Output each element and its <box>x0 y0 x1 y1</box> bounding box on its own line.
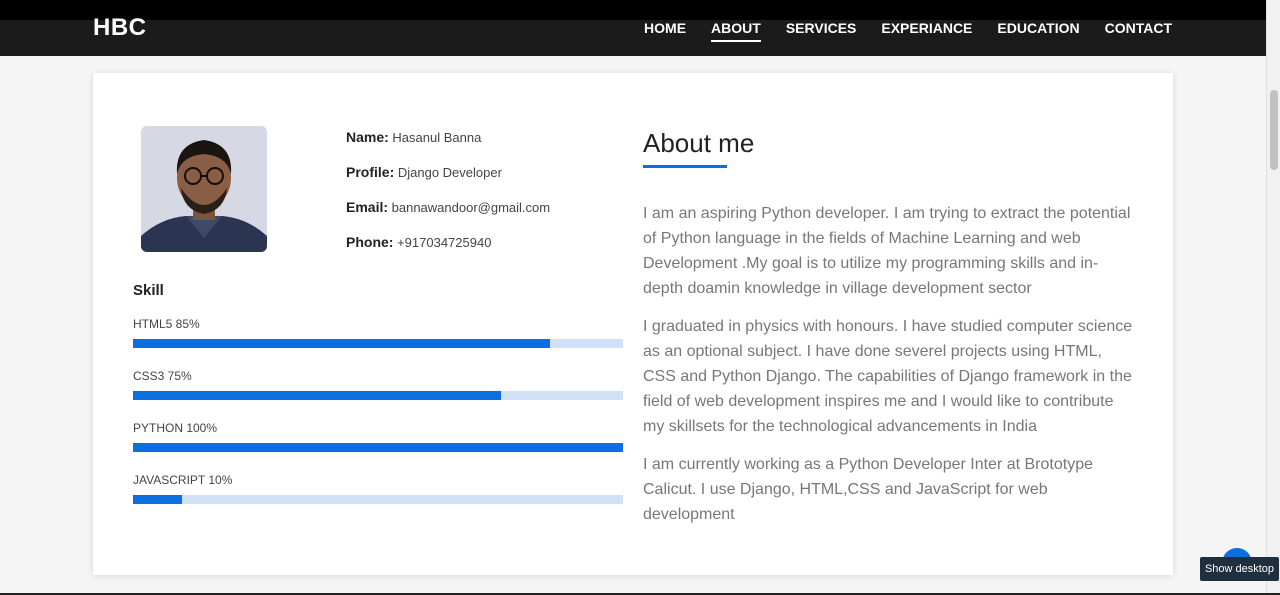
skill-item: HTML5 85% <box>133 317 623 369</box>
page-scrollbar[interactable] <box>1266 0 1280 595</box>
top-strip <box>0 0 1266 20</box>
profile-photo <box>141 126 267 252</box>
info-phone: Phone: +917034725940 <box>346 234 550 269</box>
nav-menu: HOME ABOUT SERVICES EXPERIANCE EDUCATION… <box>644 20 1172 42</box>
info-profile-key: Profile: <box>346 164 395 180</box>
info-name: Name: Hasanul Banna <box>346 129 550 164</box>
progress-fill <box>133 443 623 452</box>
progress-track <box>133 339 623 348</box>
info-email-value[interactable]: bannawandoor@gmail.com <box>392 200 550 215</box>
info-name-key: Name: <box>346 129 389 145</box>
skills-list: HTML5 85% CSS3 75% PYTHON 100% JAVASCRIP… <box>133 317 623 525</box>
nav-item-home[interactable]: HOME <box>644 20 686 42</box>
nav-item-experiance[interactable]: EXPERIANCE <box>881 20 972 42</box>
scrollbar-thumb[interactable] <box>1270 90 1278 170</box>
person-photo-icon <box>141 126 267 252</box>
progress-track <box>133 443 623 452</box>
progress-fill <box>133 495 182 504</box>
profile-info: Name: Hasanul Banna Profile: Django Deve… <box>346 129 550 269</box>
nav-item-about[interactable]: ABOUT <box>711 20 761 42</box>
nav-item-contact[interactable]: CONTACT <box>1105 20 1172 42</box>
skill-item: CSS3 75% <box>133 369 623 421</box>
nav-item-education[interactable]: EDUCATION <box>997 20 1079 42</box>
info-name-value: Hasanul Banna <box>392 130 482 145</box>
info-phone-value[interactable]: +917034725940 <box>397 235 491 250</box>
skill-item: PYTHON 100% <box>133 421 623 473</box>
about-paragraph: I am currently working as a Python Devel… <box>643 456 1093 523</box>
skill-label: JAVASCRIPT 10% <box>133 473 233 487</box>
info-profile-value: Django Developer <box>397 165 502 180</box>
skill-label: CSS3 75% <box>133 369 192 383</box>
title-underline <box>643 165 727 168</box>
progress-fill <box>133 339 550 348</box>
about-paragraph: I graduated in physics with honours. I h… <box>643 318 1133 435</box>
skill-item: JAVASCRIPT 10% <box>133 473 623 525</box>
info-phone-key: Phone: <box>346 234 394 250</box>
info-profile: Profile: Django Developer <box>346 164 550 199</box>
about-paragraph: I am an aspiring Python developer. I am … <box>643 205 1131 297</box>
top-navbar: HBC HOME ABOUT SERVICES EXPERIANCE EDUCA… <box>0 0 1266 56</box>
skill-heading: Skill <box>133 282 164 299</box>
about-title: About me <box>643 128 755 158</box>
skill-label: PYTHON 100% <box>133 421 218 435</box>
brand-logo[interactable]: HBC <box>93 14 147 42</box>
about-section: About me I am an aspiring Python develop… <box>643 128 1133 540</box>
about-card: Name: Hasanul Banna Profile: Django Deve… <box>93 73 1173 575</box>
show-desktop-tooltip: Show desktop <box>1200 557 1279 581</box>
progress-track <box>133 495 623 504</box>
info-email: Email: bannawandoor@gmail.com <box>346 199 550 234</box>
nav-item-services[interactable]: SERVICES <box>786 20 857 42</box>
progress-fill <box>133 391 501 400</box>
info-email-key: Email: <box>346 199 389 215</box>
skill-label: HTML5 85% <box>133 317 200 331</box>
progress-track <box>133 391 623 400</box>
